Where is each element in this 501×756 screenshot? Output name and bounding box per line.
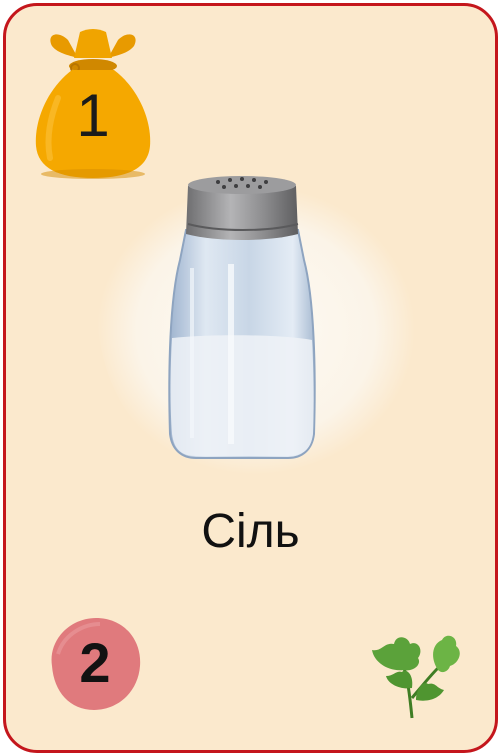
- points-value: 2: [79, 631, 111, 694]
- parsley-icon: [372, 635, 460, 719]
- cost-value: 1: [76, 82, 110, 149]
- points-badge: 2: [44, 614, 146, 714]
- salt-shaker-icon: [97, 176, 415, 475]
- cost-money-bag: 1: [28, 28, 158, 180]
- card-title: Сіль: [201, 505, 300, 558]
